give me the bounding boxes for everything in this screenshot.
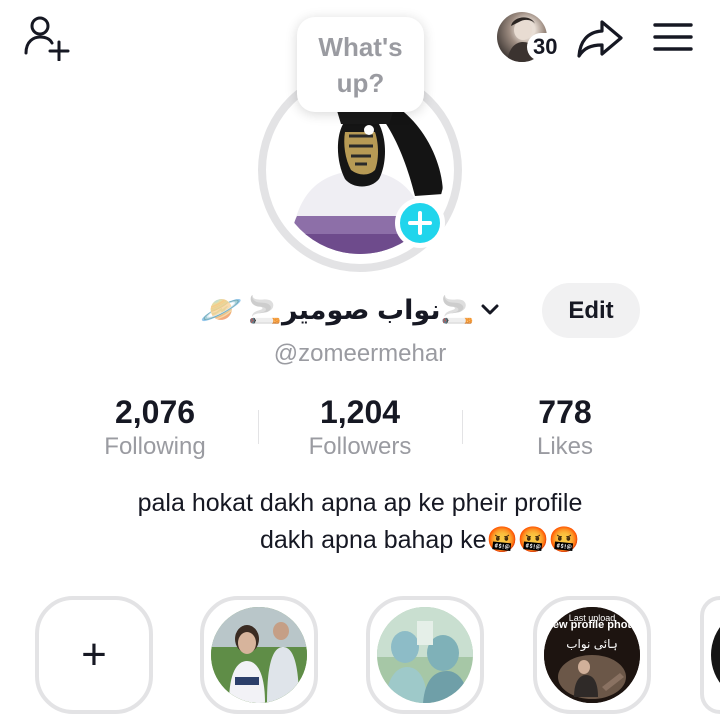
share-icon (577, 20, 623, 58)
add-friends-button[interactable] (18, 12, 74, 62)
add-user-icon (24, 16, 70, 61)
highlight-item[interactable] (700, 596, 720, 714)
following-stat[interactable]: 2,076 Following (70, 392, 240, 462)
edit-profile-button[interactable]: Edit (542, 283, 640, 338)
bio-line-1: pala hokat dakh apna ap ke pheir profile (137, 489, 583, 517)
planet-emoji: 🪐 (200, 291, 243, 329)
likes-count: 778 (538, 394, 592, 430)
highlight-thumbnail: Last upload new profile photo ہائی نواب (544, 607, 640, 703)
bio[interactable]: pala hokat dakh apna ap ke pheir profile… (70, 485, 650, 559)
following-label: Following (104, 433, 206, 460)
chevron-down-icon (480, 299, 502, 321)
bubble-line-2: up? (336, 67, 385, 98)
username: @zomeermehar (273, 340, 447, 367)
likes-stat[interactable]: 778 Likes (480, 392, 650, 462)
menu-button[interactable] (650, 16, 696, 58)
display-name-row[interactable]: 🪐 🚬نواب صومیر🚬 (200, 290, 502, 330)
highlight-item[interactable] (366, 596, 484, 714)
highlight-thumbnail (211, 607, 307, 703)
followers-label: Followers (308, 433, 412, 460)
highlight-item[interactable]: Last upload new profile photo ہائی نواب (533, 596, 651, 714)
following-count: 2,076 (114, 394, 196, 430)
highlight-caption: new profile photo (546, 619, 638, 631)
display-name: 🚬نواب صومیر🚬 (248, 295, 475, 325)
menu-icon (653, 23, 693, 51)
highlight-thumbnail (377, 607, 473, 703)
followers-stat[interactable]: 1,204 Followers (275, 392, 445, 462)
likes-label: Likes (536, 433, 594, 460)
stat-divider (462, 410, 463, 444)
visitor-count-badge: 30 (527, 33, 564, 61)
plus-icon (408, 211, 432, 235)
add-profile-photo-button[interactable] (395, 198, 445, 248)
highlight-item[interactable] (200, 596, 318, 714)
bio-line-2: dakh apna bahap ke🤬🤬🤬 (260, 526, 580, 554)
whats-up-bubble[interactable]: What's up? (297, 17, 424, 112)
share-profile-button[interactable] (574, 14, 626, 62)
followers-count: 1,204 (319, 394, 401, 430)
add-highlight-button[interactable]: + (35, 596, 153, 714)
plus-icon: + (81, 630, 107, 679)
stat-divider (258, 410, 259, 444)
highlight-thumbnail (711, 607, 720, 703)
highlight-script-text: ہائی نواب (566, 637, 618, 651)
bubble-line-1: What's (318, 31, 403, 62)
